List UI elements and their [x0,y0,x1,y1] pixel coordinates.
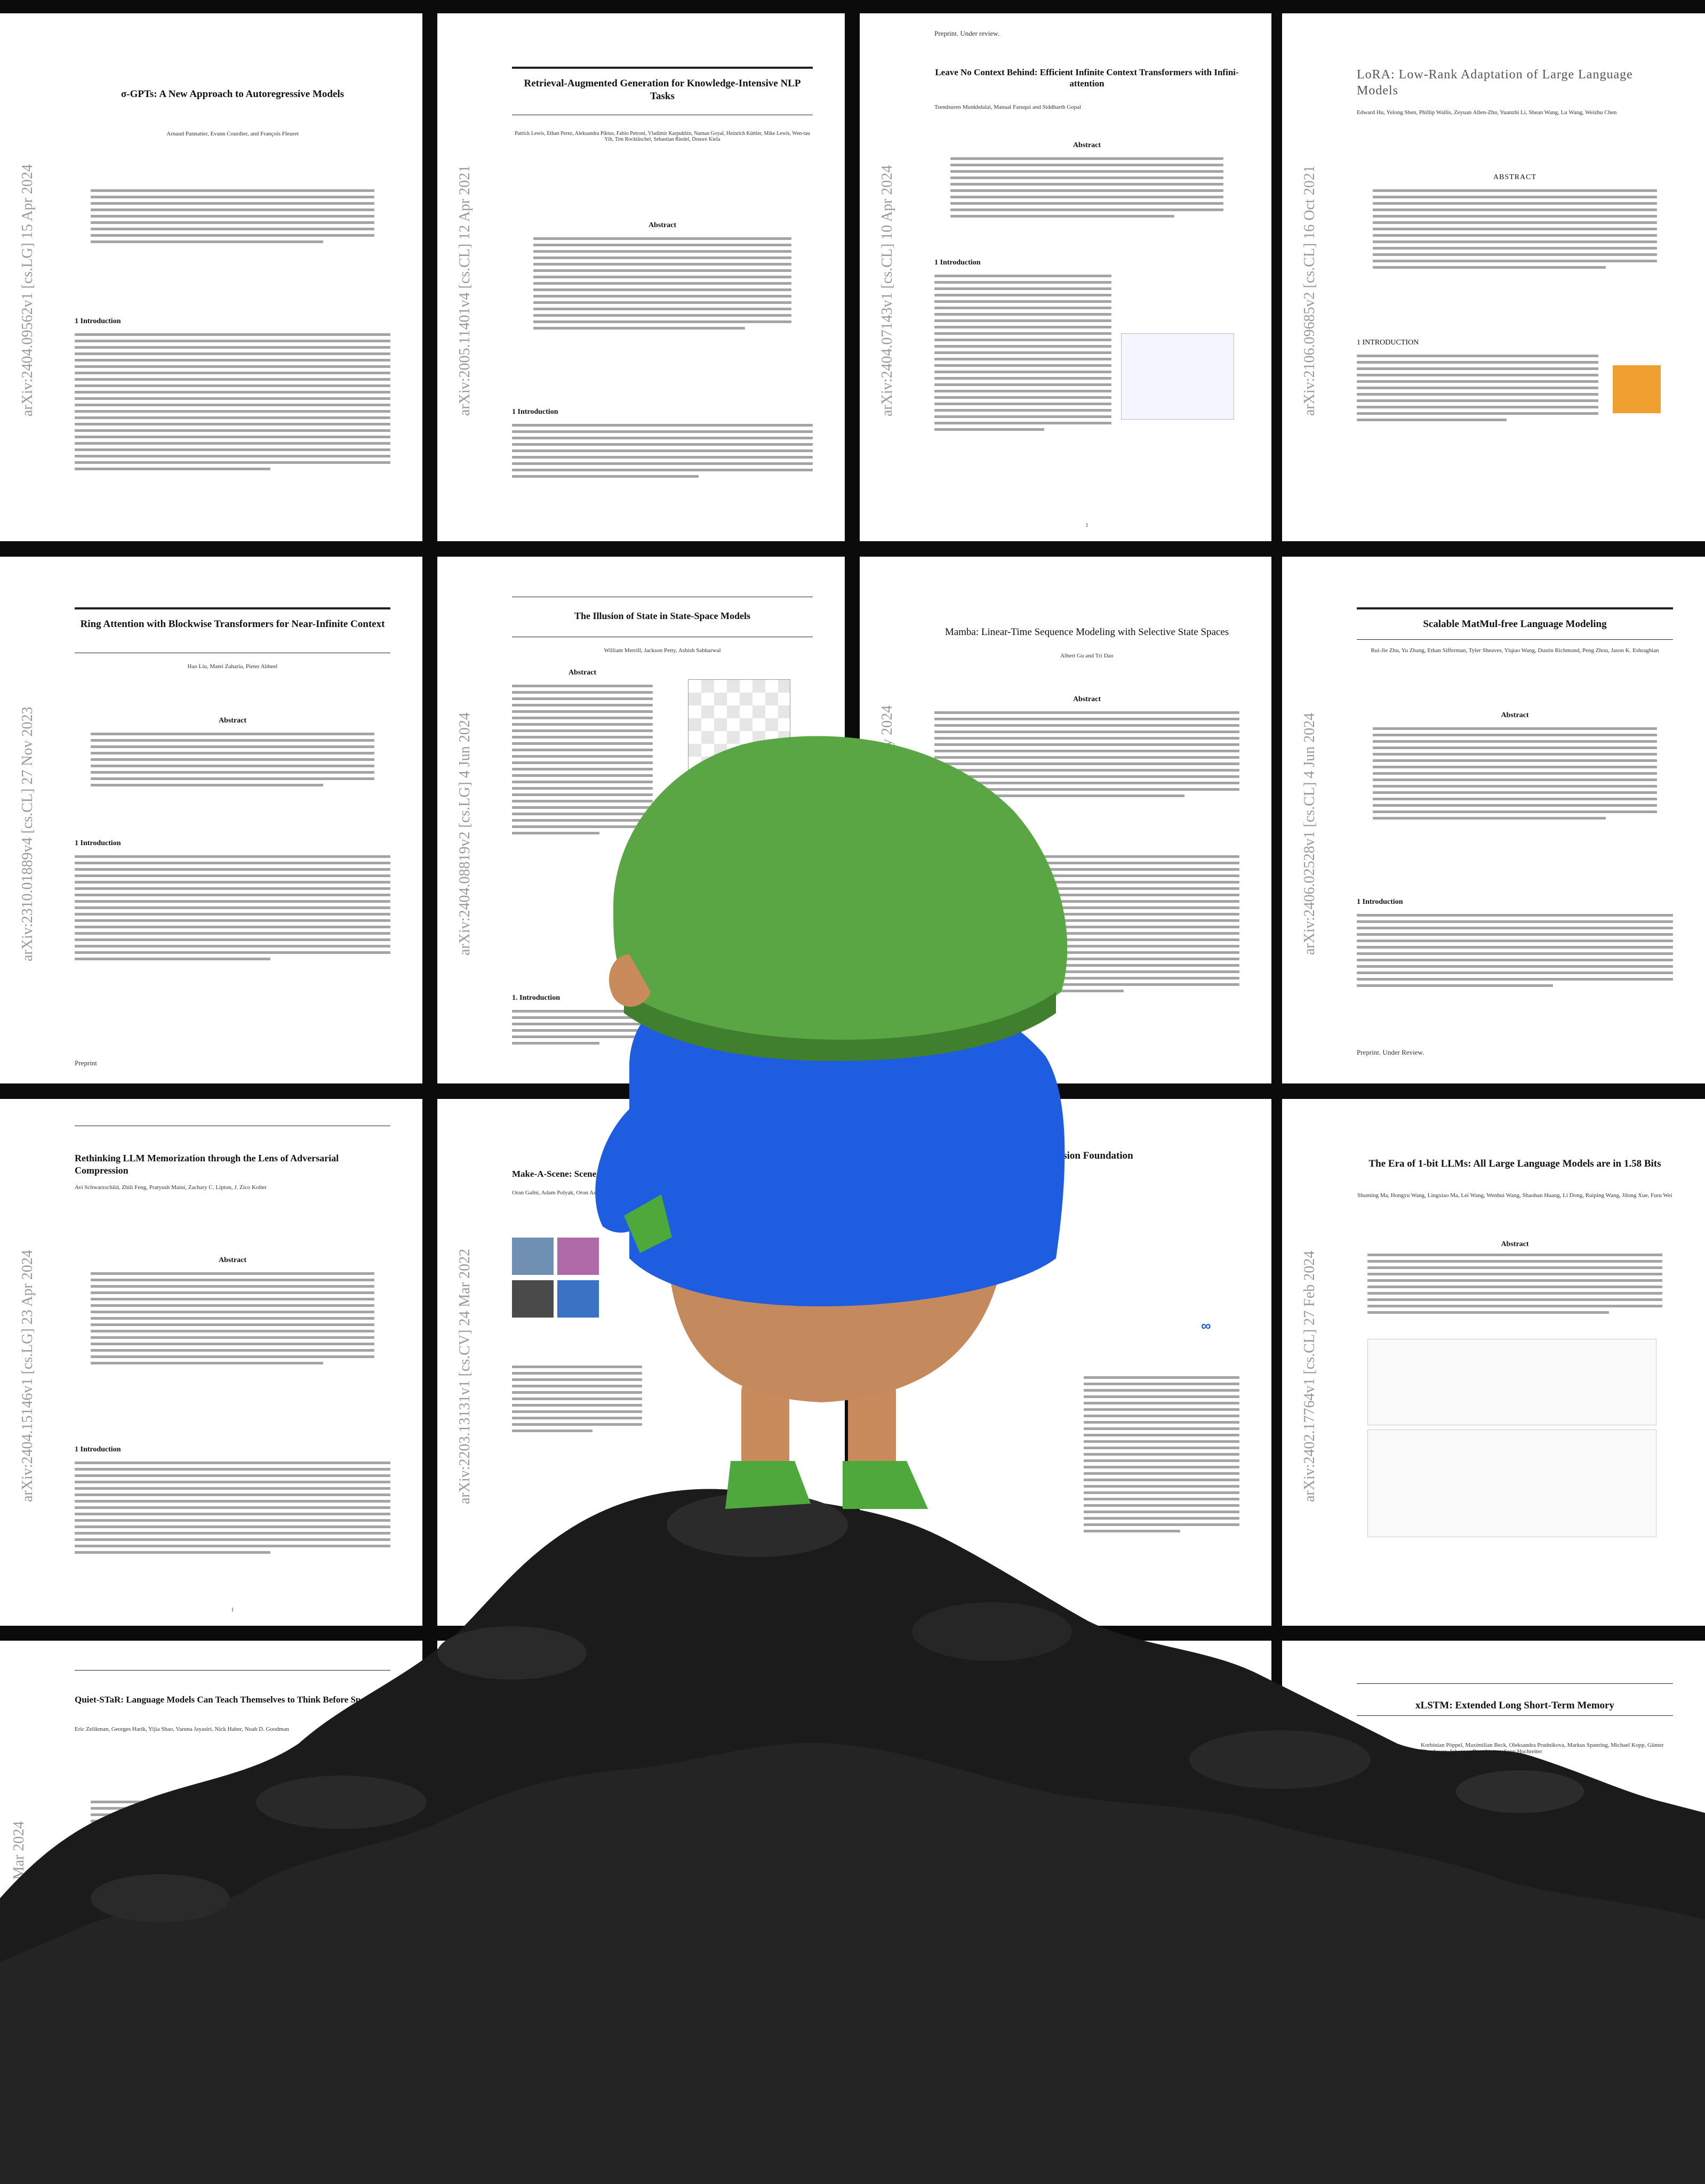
toy-figure [595,736,1068,1509]
cap [613,736,1068,1045]
left-shoe [725,1461,811,1509]
foreground-scene [0,736,1705,2184]
right-shoe [843,1461,928,1509]
